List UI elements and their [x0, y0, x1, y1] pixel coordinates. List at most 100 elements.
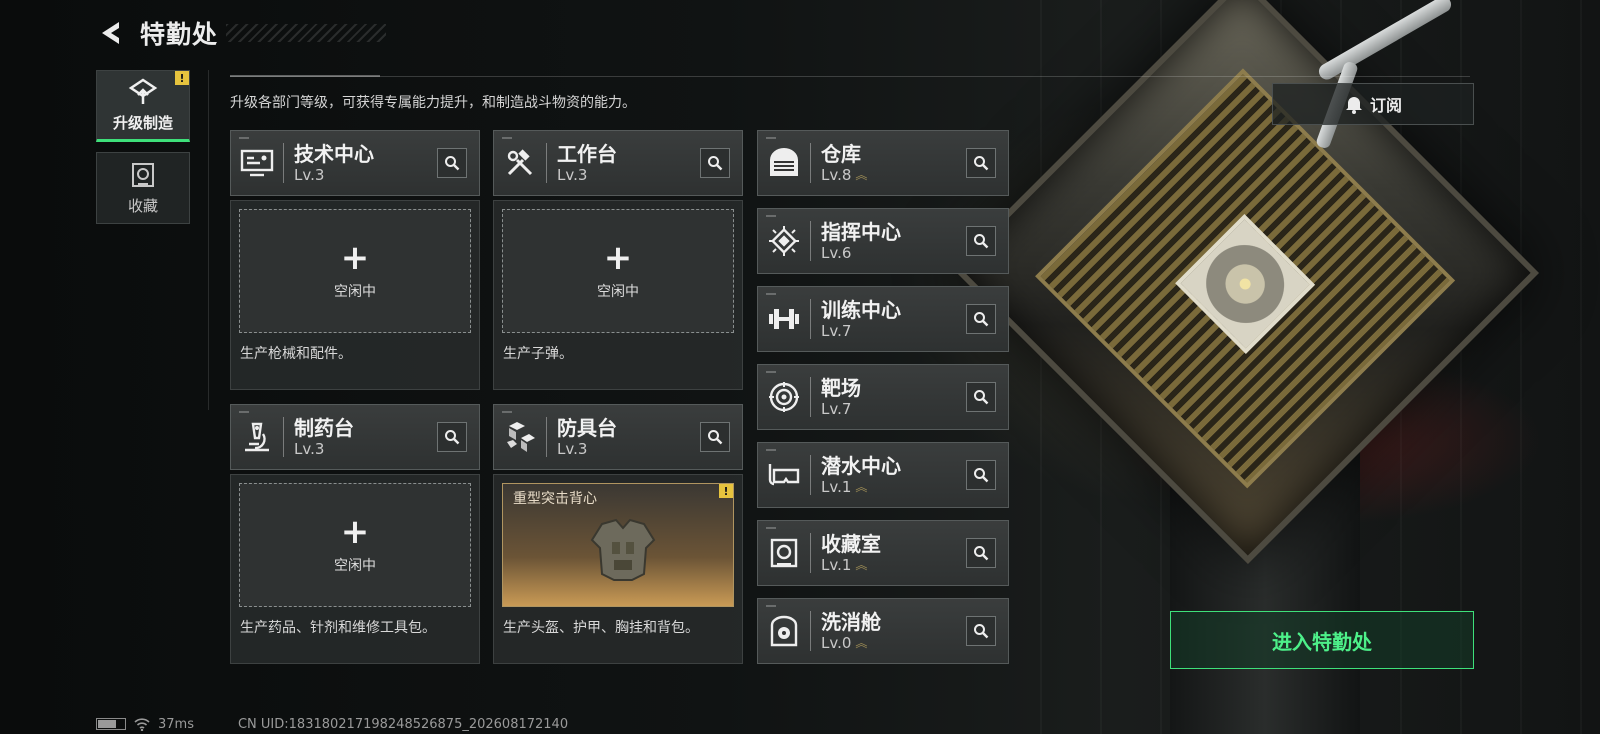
- production-panel-armor-bench: 重型突击背心 ! 生产头盔、护甲、胸挂和背包。: [493, 474, 743, 664]
- upgrade-chevron-icon: ︽: [855, 480, 867, 494]
- diving-mask-icon: [768, 464, 800, 486]
- card-separator: [810, 143, 811, 183]
- inspect-button[interactable]: [966, 616, 996, 646]
- inspect-button[interactable]: [966, 148, 996, 178]
- dept-name: 工作台: [557, 142, 617, 166]
- dept-level: Lv.6: [821, 244, 966, 262]
- inspect-button[interactable]: [700, 148, 730, 178]
- add-icon: +: [603, 238, 633, 278]
- dept-card-armor-bench[interactable]: 防具台 Lv.3: [493, 404, 743, 470]
- dept-level: Lv.3: [294, 440, 437, 458]
- inspect-button[interactable]: [437, 148, 467, 178]
- upgrade-icon: [128, 77, 158, 104]
- dept-level-value: Lv.6: [821, 244, 852, 262]
- production-slot-idle[interactable]: + 空闲中: [502, 209, 734, 333]
- dept-level: Lv.3: [557, 440, 700, 458]
- card-corner-mark: [766, 293, 776, 295]
- battery-icon: [96, 718, 126, 730]
- card-corner-mark: [239, 137, 249, 139]
- warehouse-icon: [770, 148, 798, 176]
- card-corner-mark: [766, 137, 776, 139]
- inspect-button[interactable]: [966, 304, 996, 334]
- card-corner-mark: [502, 411, 512, 413]
- dept-card-decontamination[interactable]: 洗消舱 Lv.0 ︽: [757, 598, 1009, 664]
- production-panel-tech-center: + 空闲中 生产枪械和配件。: [230, 200, 480, 390]
- add-icon: +: [340, 512, 370, 552]
- cube-core: [1175, 213, 1316, 355]
- card-separator: [810, 221, 811, 261]
- dept-name: 训练中心: [821, 298, 901, 322]
- card-corner-mark: [766, 215, 776, 217]
- tab-label: 升级制造: [112, 113, 173, 132]
- search-icon: [445, 430, 460, 445]
- production-description: 生产子弹。: [503, 346, 573, 362]
- upgrade-chevron-icon: ︽: [855, 168, 867, 182]
- dept-level: Lv.7: [821, 322, 966, 340]
- subscribe-button[interactable]: 订阅: [1272, 83, 1474, 125]
- warning-badge: !: [175, 71, 189, 85]
- dept-level: Lv.8 ︽: [821, 166, 966, 184]
- inspect-button[interactable]: [966, 382, 996, 412]
- production-slot-idle[interactable]: + 空闲中: [239, 209, 471, 333]
- dept-card-command-center[interactable]: 指挥中心 Lv.6: [757, 208, 1009, 274]
- dept-card-warehouse[interactable]: 仓库 Lv.8 ︽: [757, 130, 1009, 196]
- enter-special-ops-button[interactable]: 进入特勤处: [1170, 611, 1474, 669]
- search-icon: [445, 156, 460, 171]
- card-separator: [283, 417, 284, 457]
- sidebar-divider: [208, 70, 209, 410]
- dept-card-tech-center[interactable]: 技术中心 Lv.3: [230, 130, 480, 196]
- dept-level-value: Lv.1: [821, 556, 852, 574]
- search-icon: [974, 156, 989, 171]
- dept-level-value: Lv.8: [821, 166, 852, 184]
- inspect-button[interactable]: [966, 538, 996, 568]
- upgrade-chevron-icon: ︽: [855, 636, 867, 650]
- dept-card-diving-center[interactable]: 潜水中心 Lv.1 ︽: [757, 442, 1009, 508]
- hammer-wrench-icon: [507, 149, 533, 176]
- title-decoration: [226, 24, 387, 42]
- dept-card-training-center[interactable]: 训练中心 Lv.7: [757, 286, 1009, 352]
- production-description: 生产药品、针剂和维修工具包。: [240, 620, 436, 636]
- production-slot-idle[interactable]: + 空闲中: [239, 483, 471, 607]
- dept-card-workbench[interactable]: 工作台 Lv.3: [493, 130, 743, 196]
- collection-icon: [132, 162, 154, 187]
- tab-collection[interactable]: 收藏: [96, 152, 190, 224]
- inspect-button[interactable]: [966, 226, 996, 256]
- search-icon: [974, 234, 989, 249]
- inspect-button[interactable]: [700, 422, 730, 452]
- dept-name: 制药台: [294, 416, 354, 440]
- card-corner-mark: [766, 449, 776, 451]
- production-slot-item[interactable]: 重型突击背心 !: [502, 483, 734, 607]
- card-corner-mark: [239, 411, 249, 413]
- production-description: 生产头盔、护甲、胸挂和背包。: [503, 620, 699, 636]
- search-icon: [974, 390, 989, 405]
- collection-icon: [770, 538, 798, 568]
- dept-name: 洗消舱: [821, 610, 881, 634]
- inspect-button[interactable]: [437, 422, 467, 452]
- search-icon: [974, 312, 989, 327]
- chip-icon: [769, 226, 799, 256]
- warning-badge: !: [719, 484, 733, 498]
- radiation-door-icon: [770, 615, 798, 647]
- dept-level-value: Lv.3: [557, 440, 588, 458]
- assault-vest-icon: [590, 518, 656, 581]
- dept-name: 指挥中心: [821, 220, 901, 244]
- production-panel-pharmacy: + 空闲中 生产药品、针剂和维修工具包。: [230, 474, 480, 664]
- tab-upgrade-manufacture[interactable]: 升级制造 !: [96, 70, 190, 142]
- inspect-button[interactable]: [966, 460, 996, 490]
- header-divider: [230, 76, 1470, 77]
- cubes-icon: [507, 422, 535, 452]
- dept-card-shooting-range[interactable]: 靶场 Lv.7: [757, 364, 1009, 430]
- search-icon: [974, 468, 989, 483]
- dept-card-pharmacy[interactable]: 制药台 Lv.3: [230, 404, 480, 470]
- user-uid: CN UID:183180217198248526875_20260817214…: [237, 716, 569, 732]
- dept-card-collection-room[interactable]: 收藏室 Lv.1 ︽: [757, 520, 1009, 586]
- dept-level: Lv.7: [821, 400, 966, 418]
- microscope-icon: [245, 422, 269, 452]
- dept-level-value: Lv.7: [821, 322, 852, 340]
- back-button[interactable]: [96, 18, 126, 48]
- dept-level: Lv.1 ︽: [821, 556, 966, 574]
- dept-level: Lv.3: [557, 166, 700, 184]
- page-title: 特勤处: [140, 20, 219, 49]
- production-panel-workbench: + 空闲中 生产子弹。: [493, 200, 743, 390]
- dumbbell-icon: [769, 309, 799, 329]
